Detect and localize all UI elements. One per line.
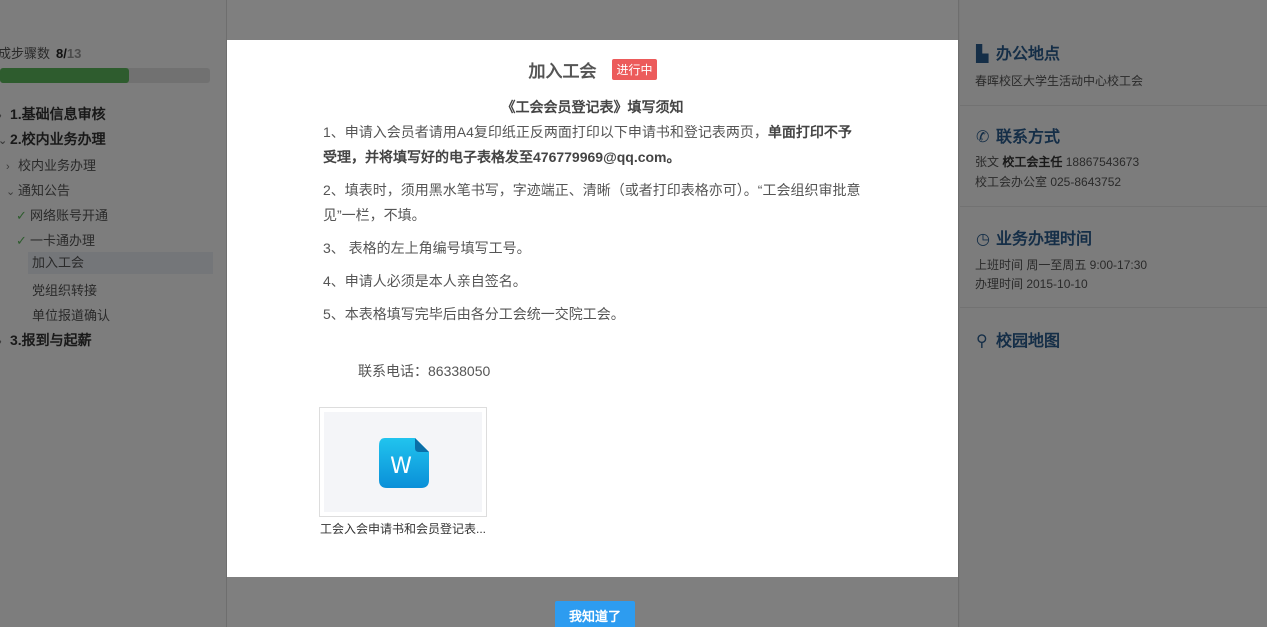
notice-content: 1、申请入会员者请用A4复印纸正反两面打印以下申请书和登记表两页，单面打印不予受…: [323, 120, 863, 335]
word-doc-icon: W: [379, 438, 429, 488]
notice-item-4: 4、申请人必须是本人亲自签名。: [323, 273, 527, 289]
attachment-card[interactable]: W: [319, 407, 487, 517]
dialog-header: 加入工会 进行中: [227, 57, 958, 82]
notice-item-5: 5、本表格填写完毕后由各分工会统一交院工会。: [323, 306, 625, 322]
attachment-name[interactable]: 工会入会申请书和会员登记表...: [320, 520, 490, 537]
notice-item-1-text: 1、申请入会员者请用A4复印纸正反两面打印以下申请书和登记表两页，: [323, 124, 768, 140]
join-union-dialog: 加入工会 进行中 《工会会员登记表》填写须知 1、申请入会员者请用A4复印纸正反两…: [227, 40, 958, 577]
contact-phone-line: 联系电话：86338050: [358, 363, 491, 379]
notice-item-3: 3、 表格的左上角编号填写工号。: [323, 240, 531, 256]
notice-title: 《工会会员登记表》填写须知: [501, 99, 684, 115]
confirm-button[interactable]: 我知道了: [555, 601, 635, 627]
notice-item-1: 1、申请入会员者请用A4复印纸正反两面打印以下申请书和登记表两页，单面打印不予受…: [323, 120, 863, 170]
status-badge: 进行中: [612, 59, 657, 80]
notice-item-2: 2、填表时，须用黑水笔书写，字迹端正、清晰（或者打印表格亦可）。“工会组织审批意…: [323, 182, 861, 223]
attachment-preview: W: [324, 412, 482, 512]
svg-text:W: W: [390, 454, 412, 479]
dialog-title: 加入工会: [528, 62, 597, 81]
